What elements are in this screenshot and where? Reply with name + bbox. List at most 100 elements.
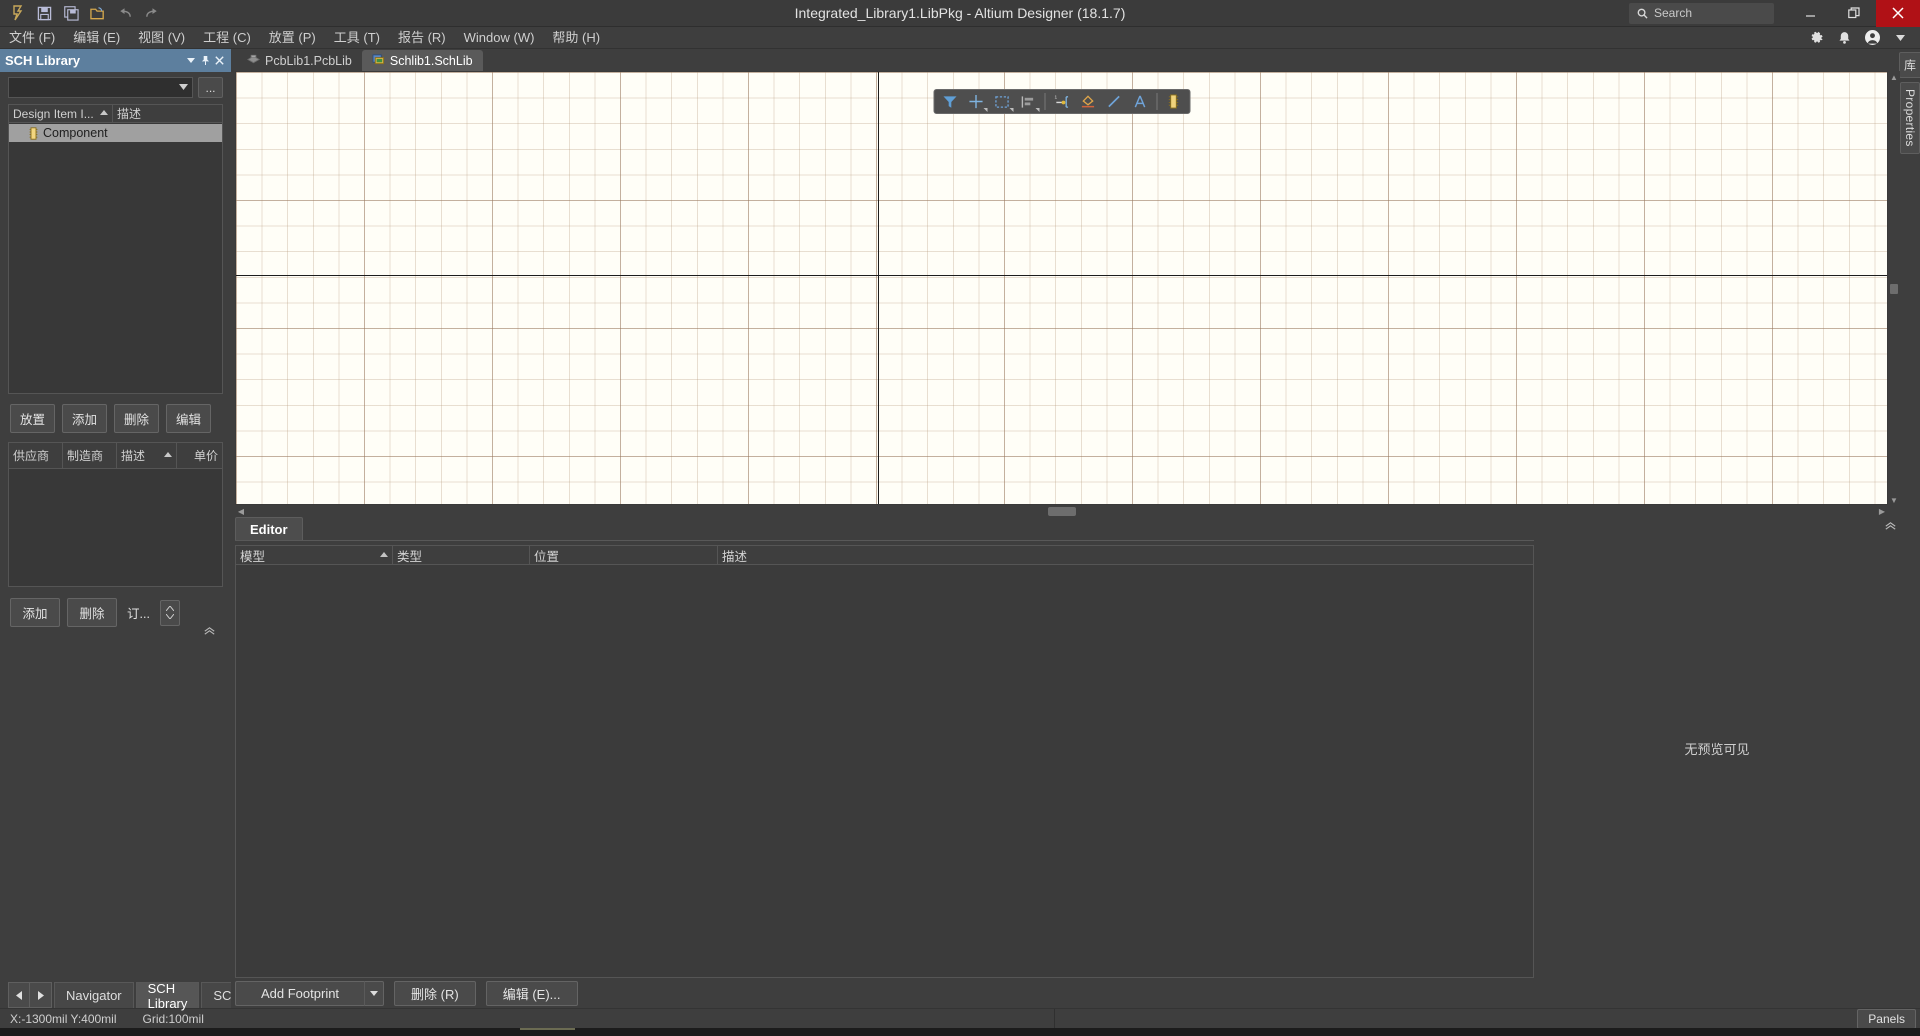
column-header-supplier[interactable]: 供应商 xyxy=(9,443,63,468)
rectangle-select-icon[interactable] xyxy=(989,91,1014,112)
notification-bell-icon[interactable] xyxy=(1837,30,1852,45)
align-icon[interactable] xyxy=(1015,91,1040,112)
horizontal-scroll-thumb[interactable] xyxy=(1047,507,1076,516)
redo-icon[interactable] xyxy=(140,2,164,24)
schematic-canvas[interactable]: 1 xyxy=(235,71,1888,505)
preview-collapse-chevron-icon[interactable] xyxy=(1885,522,1896,533)
supplier-order-label[interactable]: 订... xyxy=(124,603,153,622)
toolbar-separator xyxy=(1156,93,1157,110)
delete-button[interactable]: 删除 xyxy=(114,404,160,433)
minimize-button[interactable] xyxy=(1788,0,1832,27)
column-header-description[interactable]: 描述 xyxy=(113,105,222,122)
horizontal-scroll-track[interactable] xyxy=(247,507,1876,516)
sch-library-panel-content: ... Design Item I... 描述 Component 放置 添加 … xyxy=(0,72,273,1011)
scroll-left-icon[interactable]: ◀ xyxy=(235,507,247,516)
supplier-delete-button[interactable]: 删除 xyxy=(67,598,117,627)
restore-button[interactable] xyxy=(1832,0,1876,27)
place-component-icon[interactable] xyxy=(1161,91,1186,112)
column-header-unit-price[interactable]: 单价 xyxy=(177,443,222,468)
canvas-vertical-scrollbar[interactable]: ▲ ▼ xyxy=(1888,71,1900,505)
supplier-table-body xyxy=(9,469,222,586)
sch-library-panel: SCH Library ... Design Item I... 描述 Comp… xyxy=(0,49,273,1011)
library-browse-button[interactable]: ... xyxy=(198,77,223,98)
edit-model-button[interactable]: 编辑 (E)... xyxy=(485,980,578,1006)
altium-designer-window: Integrated_Library1.LibPkg - Altium Desi… xyxy=(0,0,1920,1036)
column-label: 单价 xyxy=(193,449,218,463)
tab-scroll-prev-button[interactable] xyxy=(8,982,30,1008)
menu-tools[interactable]: 工具 (T) xyxy=(325,27,389,49)
panel-collapse-chevron-icon[interactable] xyxy=(8,627,223,643)
stepper-up-icon xyxy=(165,606,174,611)
panel-close-icon[interactable] xyxy=(212,53,226,69)
tab-editor[interactable]: Editor xyxy=(235,517,303,540)
add-footprint-dropdown-arrow-icon[interactable] xyxy=(364,980,385,1006)
tree-row-component[interactable]: Component xyxy=(9,124,222,142)
chevron-down-icon[interactable] xyxy=(1893,30,1908,45)
column-header-description[interactable]: 描述 xyxy=(718,546,1533,564)
scroll-up-icon[interactable]: ▲ xyxy=(1890,73,1898,82)
tab-scroll-next-button[interactable] xyxy=(30,982,52,1008)
place-polygon-icon[interactable] xyxy=(1075,91,1100,112)
menu-project[interactable]: 工程 (C) xyxy=(194,27,260,49)
column-header-model[interactable]: 模型 xyxy=(236,546,393,564)
place-button[interactable]: 放置 xyxy=(10,404,56,433)
column-label: 描述 xyxy=(722,549,748,564)
crosshair-place-icon[interactable] xyxy=(963,91,988,112)
scroll-right-icon[interactable]: ▶ xyxy=(1876,507,1888,516)
component-tree: Design Item I... 描述 Component xyxy=(8,104,223,394)
add-button[interactable]: 添加 xyxy=(62,404,108,433)
place-pin-icon[interactable]: 1 xyxy=(1049,91,1074,112)
search-icon xyxy=(1637,8,1648,19)
panels-button[interactable]: Panels xyxy=(1857,1008,1916,1029)
add-footprint-button[interactable]: Add Footprint xyxy=(235,980,365,1006)
open-folder-icon[interactable] xyxy=(86,2,110,24)
canvas-horizontal-scrollbar[interactable]: ◀ ▶ xyxy=(231,505,1900,518)
column-label: 描述 xyxy=(121,449,146,463)
supplier-add-button[interactable]: 添加 xyxy=(10,598,60,627)
taskbar-strip xyxy=(0,1028,1920,1036)
document-tab-schlib[interactable]: Schlib1.SchLib xyxy=(361,50,483,71)
vertical-scroll-thumb[interactable] xyxy=(1890,284,1898,294)
right-tab-libraries[interactable]: 库 xyxy=(1898,52,1920,79)
save-icon[interactable] xyxy=(32,2,56,24)
save-all-icon[interactable] xyxy=(59,2,83,24)
menu-edit[interactable]: 编辑 (E) xyxy=(64,27,129,49)
column-header-design-item-id[interactable]: Design Item I... xyxy=(9,105,113,122)
menu-reports[interactable]: 报告 (R) xyxy=(389,27,455,49)
panel-pin-icon[interactable] xyxy=(198,53,212,69)
close-button[interactable] xyxy=(1876,0,1920,27)
gear-icon[interactable] xyxy=(1809,30,1824,45)
altium-logo-icon[interactable] xyxy=(5,2,29,24)
menu-file[interactable]: 文件 (F) xyxy=(0,27,64,49)
sort-ascending-icon xyxy=(376,551,388,559)
menu-window[interactable]: Window (W) xyxy=(455,27,544,49)
right-tab-properties[interactable]: Properties xyxy=(1900,82,1920,155)
document-tab-pcblib[interactable]: PcbLib1.PcbLib xyxy=(237,50,362,71)
place-text-icon[interactable] xyxy=(1127,91,1152,112)
filter-icon[interactable] xyxy=(937,91,962,112)
bottom-tab-navigator[interactable]: Navigator xyxy=(54,982,134,1008)
undo-icon[interactable] xyxy=(113,2,137,24)
supplier-quantity-stepper[interactable] xyxy=(159,599,180,626)
taskbar-highlight xyxy=(520,1028,575,1030)
column-header-description[interactable]: 描述 xyxy=(117,443,177,468)
tree-row-label: Component xyxy=(43,126,108,140)
search-input[interactable]: Search xyxy=(1629,2,1774,24)
scroll-down-icon[interactable]: ▼ xyxy=(1890,496,1898,505)
column-header-type[interactable]: 类型 xyxy=(393,546,530,564)
place-line-icon[interactable] xyxy=(1101,91,1126,112)
panel-chevron-down-icon[interactable] xyxy=(184,53,198,69)
edit-button[interactable]: 编辑 xyxy=(166,404,212,433)
column-header-location[interactable]: 位置 xyxy=(530,546,718,564)
menu-view[interactable]: 视图 (V) xyxy=(129,27,194,49)
library-select[interactable] xyxy=(8,77,193,98)
menu-place[interactable]: 放置 (P) xyxy=(260,27,325,49)
delete-model-button[interactable]: 删除 (R) xyxy=(394,980,476,1006)
sort-ascending-icon xyxy=(97,110,108,117)
toolbar-separator xyxy=(1044,93,1045,110)
titlebar-right-group: Search xyxy=(1629,0,1920,27)
user-account-icon[interactable] xyxy=(1865,30,1880,45)
menu-help[interactable]: 帮助 (H) xyxy=(543,27,609,49)
column-header-manufacturer[interactable]: 制造商 xyxy=(63,443,117,468)
bottom-tab-sch-library[interactable]: SCH Library xyxy=(135,981,200,1011)
